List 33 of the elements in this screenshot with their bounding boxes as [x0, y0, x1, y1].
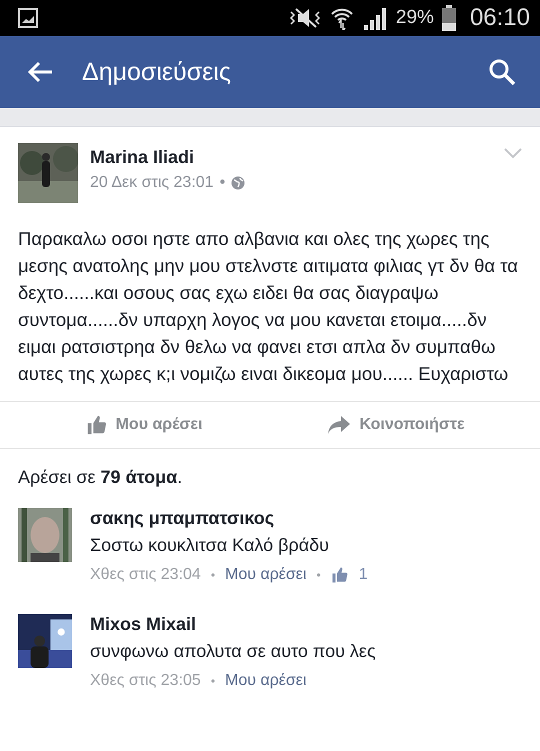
wifi-icon	[330, 6, 354, 30]
share-button[interactable]: Κοινοποιήστε	[270, 402, 522, 448]
clock: 06:10	[470, 4, 530, 32]
back-arrow-icon[interactable]	[26, 60, 54, 84]
comment-text: συνφωνω απολυτα σε αυτο που λες	[90, 641, 376, 662]
like-link[interactable]: Μου αρέσει	[225, 672, 306, 690]
page-title: Δημοσιεύσεις	[82, 58, 232, 86]
separator-dot: •	[220, 174, 226, 192]
gallery-icon	[18, 8, 38, 28]
likes-summary: Αρέσει σε 79 άτομα.	[17, 466, 184, 488]
search-icon[interactable]	[488, 58, 516, 86]
thumbs-up-icon	[330, 566, 349, 584]
share-arrow-icon	[327, 415, 352, 435]
post-timestamp: 20 Δεκ στις 23:01	[90, 174, 214, 192]
commenter-name[interactable]: σακης μπαμπατσικος	[90, 508, 368, 529]
separator-dot: •	[210, 568, 216, 582]
battery-icon	[442, 5, 456, 31]
comment-text: Σοστω κουκλιτσα Καλό βράδυ	[90, 535, 330, 556]
post-text: Παρακαλω οσοι ηστε απο αλβανια και ολες της χωρες της μεσης ανατολης μην μου στελνστε αιτιματα φιλιας γτ δν θα τα δεχτο......και οσους σας εχω ειδει θα σας διαγραψω συντομα......δν υπαρχη λογος να μου κανεται ετοιμα.....δν ειμαι ρατσιστρηα δν θελω να φανει ετσι απλα δν συμπαθω αυτες της χωρες κ;ι νομιζω ειναι δικεομα μου...... Ευχαριστω	[18, 227, 519, 386]
separator-dot: •	[316, 568, 321, 582]
battery-percent: 29%	[396, 7, 434, 29]
author-name[interactable]: Marina Iliadi	[90, 147, 246, 168]
like-button[interactable]: Μου αρέσει	[18, 402, 270, 448]
comment-timestamp: Χθες στις 23:04	[90, 566, 201, 584]
commenter-name[interactable]: Mixos Mixail	[90, 614, 376, 635]
signal-icon	[362, 6, 388, 30]
separator-dot: •	[210, 674, 216, 688]
like-count: 1	[358, 566, 368, 584]
thumbs-up-icon	[86, 414, 108, 436]
comment-timestamp: Χθες στις 23:05	[90, 672, 201, 690]
mute-icon	[288, 7, 322, 29]
like-link[interactable]: Μου αρέσει	[225, 566, 306, 584]
globe-icon	[231, 176, 246, 190]
